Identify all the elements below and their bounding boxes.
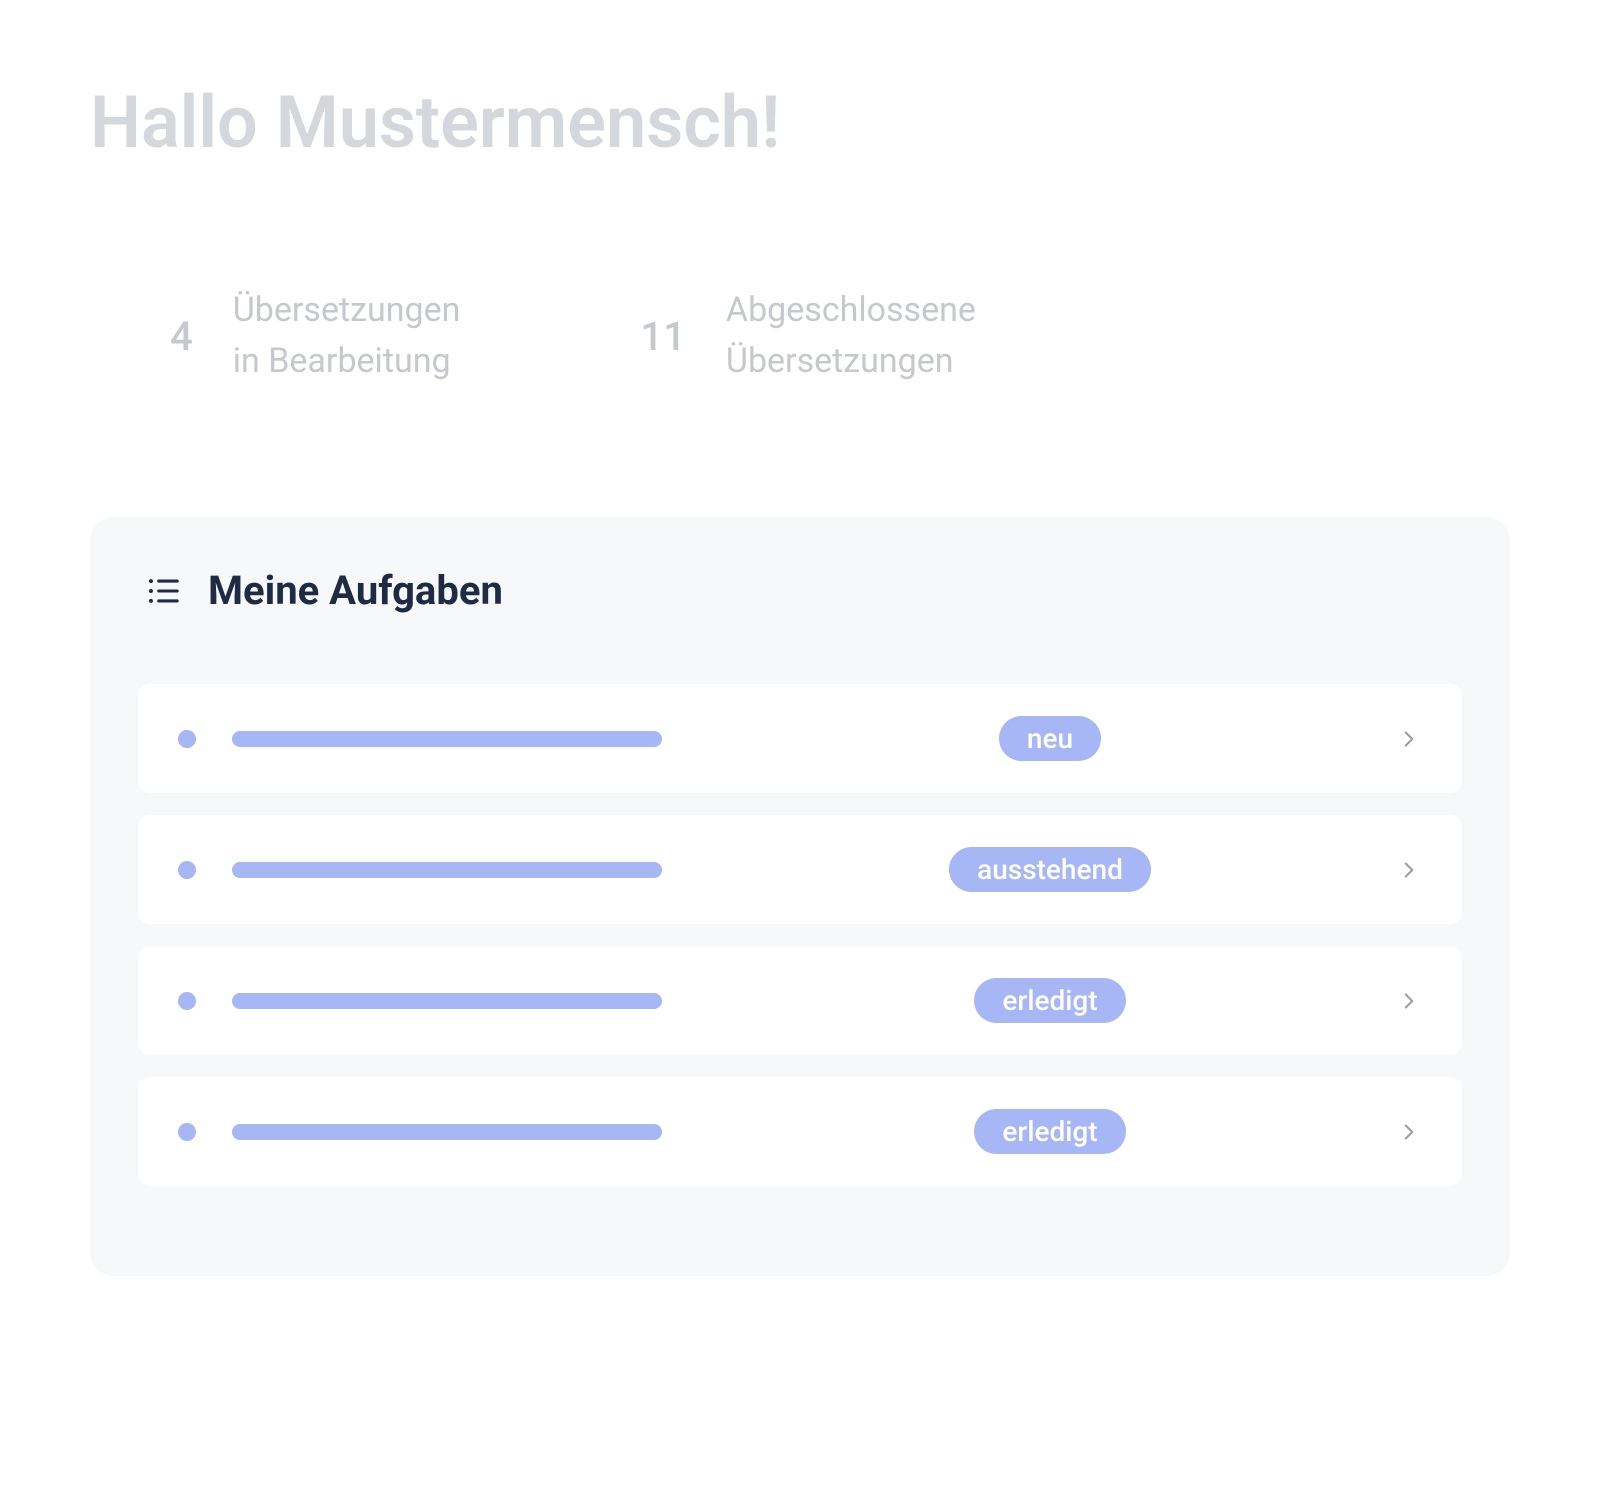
stat-completed-label-line1: Abgeschlossene xyxy=(726,285,976,336)
greeting-heading: Hallo Mustermensch! xyxy=(90,80,1510,165)
task-bullet-icon xyxy=(178,861,196,879)
task-list: neu ausstehend erledigt xyxy=(138,684,1462,1186)
task-title-placeholder xyxy=(232,862,662,878)
chevron-right-icon xyxy=(1396,857,1422,883)
task-status-badge: neu xyxy=(999,716,1101,761)
stat-in-progress: 4 Übersetzungen in Bearbeitung xyxy=(170,285,460,387)
task-row[interactable]: erledigt xyxy=(138,1077,1462,1186)
chevron-right-icon xyxy=(1396,1119,1422,1145)
tasks-title: Meine Aufgaben xyxy=(208,567,503,614)
task-status-badge: erledigt xyxy=(974,1109,1125,1154)
stats-row: 4 Übersetzungen in Bearbeitung 11 Abgesc… xyxy=(90,285,1510,387)
task-row[interactable]: neu xyxy=(138,684,1462,793)
task-status-wrap: erledigt xyxy=(940,1109,1160,1154)
task-title-placeholder xyxy=(232,1124,662,1140)
stat-in-progress-label-line2: in Bearbeitung xyxy=(233,336,461,387)
chevron-right-icon xyxy=(1396,988,1422,1014)
task-row[interactable]: ausstehend xyxy=(138,815,1462,924)
task-bullet-icon xyxy=(178,730,196,748)
stat-completed: 11 Abgeschlossene Übersetzungen xyxy=(640,285,976,387)
task-status-wrap: erledigt xyxy=(940,978,1160,1023)
task-status-wrap: neu xyxy=(940,716,1160,761)
task-status-badge: erledigt xyxy=(974,978,1125,1023)
task-bullet-icon xyxy=(178,1123,196,1141)
stat-in-progress-value: 4 xyxy=(170,313,193,360)
task-status-badge: ausstehend xyxy=(949,847,1151,892)
stat-completed-label-line2: Übersetzungen xyxy=(726,336,976,387)
stat-completed-value: 11 xyxy=(640,313,685,360)
stat-in-progress-label-line1: Übersetzungen xyxy=(233,285,461,336)
task-status-wrap: ausstehend xyxy=(940,847,1160,892)
task-row[interactable]: erledigt xyxy=(138,946,1462,1055)
tasks-header: Meine Aufgaben xyxy=(138,567,1462,614)
list-icon xyxy=(146,574,180,608)
tasks-panel: Meine Aufgaben neu ausstehend xyxy=(90,517,1510,1276)
task-title-placeholder xyxy=(232,993,662,1009)
stat-in-progress-label: Übersetzungen in Bearbeitung xyxy=(233,285,461,387)
task-bullet-icon xyxy=(178,992,196,1010)
task-title-placeholder xyxy=(232,731,662,747)
chevron-right-icon xyxy=(1396,726,1422,752)
stat-completed-label: Abgeschlossene Übersetzungen xyxy=(726,285,976,387)
